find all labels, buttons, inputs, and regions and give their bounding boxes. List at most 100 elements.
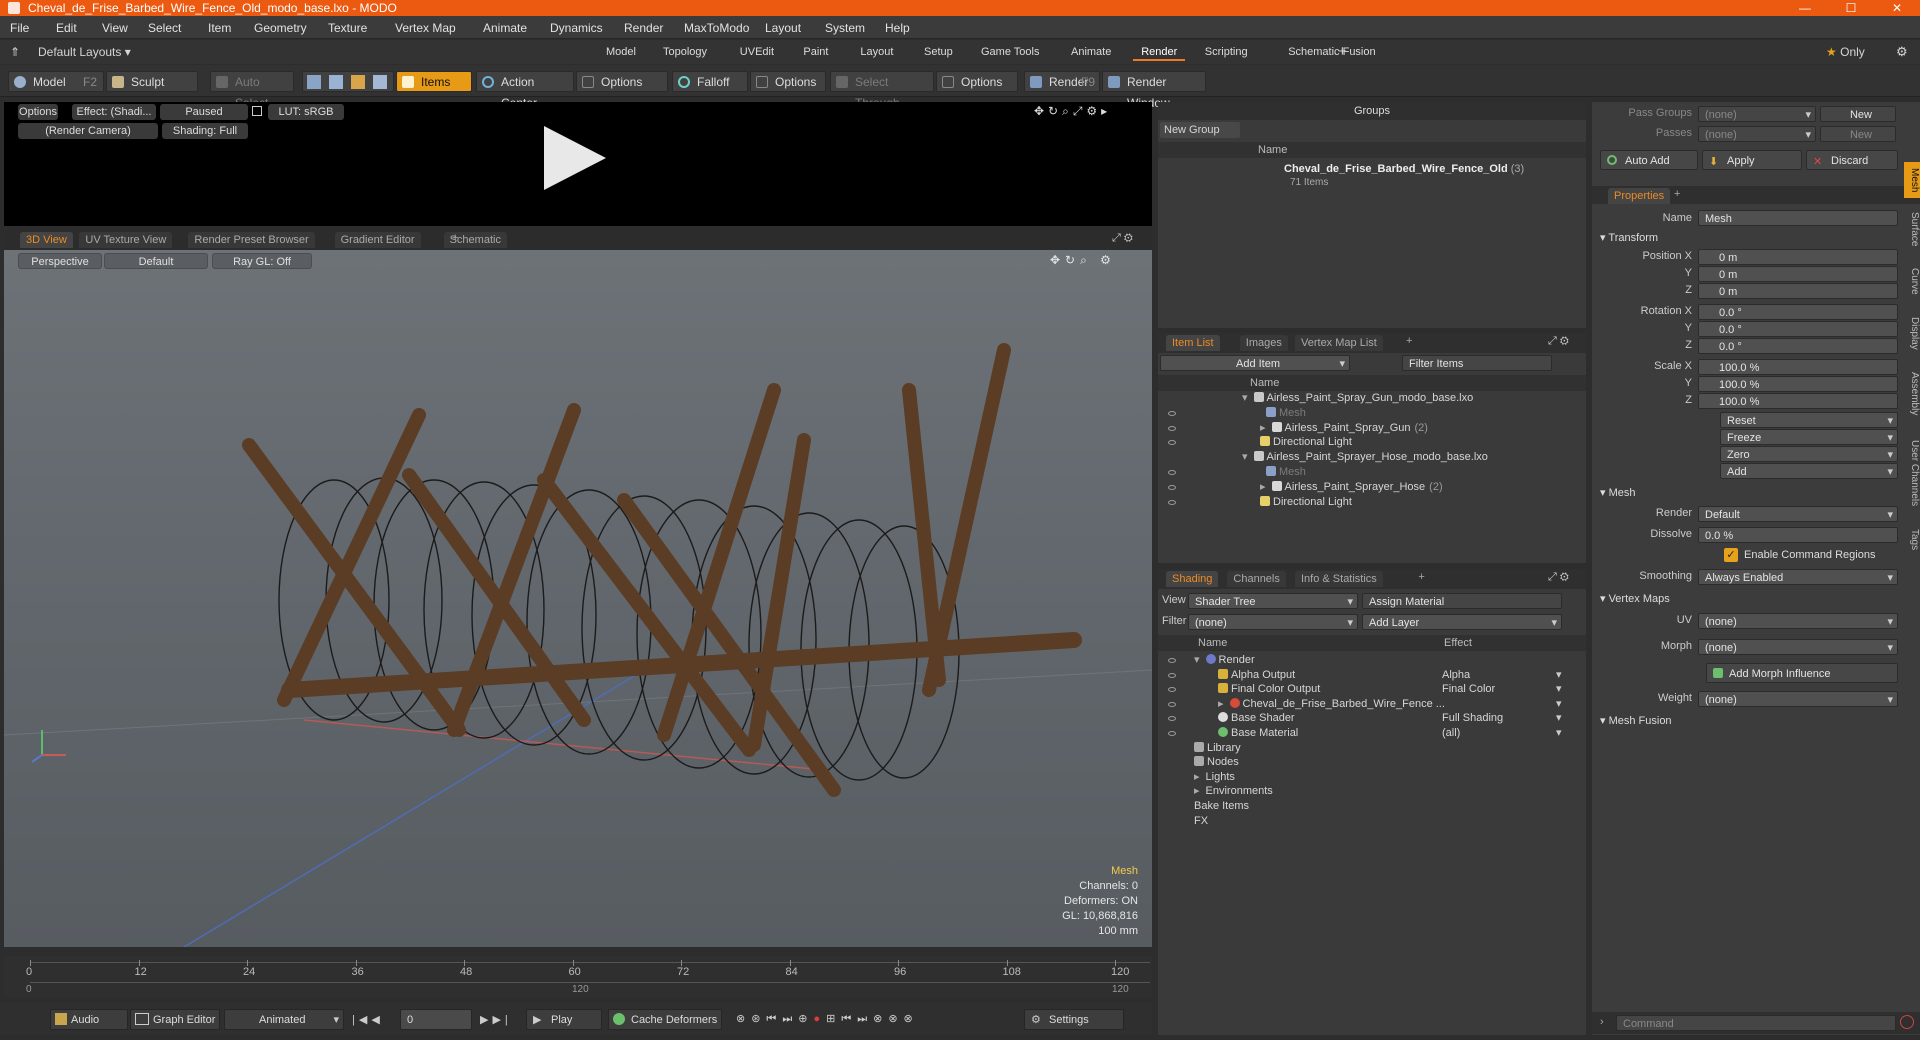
visibility-eye-icon[interactable] — [1168, 731, 1176, 736]
viewport-tab-gradient-editor[interactable]: Gradient Editor — [334, 232, 421, 248]
visibility-eye-icon[interactable] — [1168, 440, 1176, 446]
vertex-maps-section[interactable]: ▾ Vertex Maps — [1600, 592, 1670, 605]
weight-dropdown[interactable]: (none) — [1698, 691, 1898, 708]
side-tab-mesh[interactable]: Mesh — [1904, 162, 1920, 198]
dropdown-arrow-icon[interactable]: ▾ — [1556, 711, 1562, 726]
visibility-eye-icon[interactable] — [1168, 499, 1176, 505]
effect-dropdown[interactable]: Final Color — [1442, 682, 1570, 697]
default-layouts-dropdown[interactable]: Default Layouts ▾ — [38, 45, 131, 59]
3d-viewport[interactable]: Perspective Default Ray GL: Off ✥↻⌕ ⚙ Me… — [4, 250, 1152, 947]
side-tab-curve[interactable]: Curve — [1904, 260, 1920, 302]
viewport-expand-icon[interactable]: ⤢ ⚙ — [1112, 232, 1133, 245]
expand-arrow-icon[interactable]: ▸ — [1194, 785, 1200, 797]
add-item-dropdown[interactable]: Add Item — [1160, 355, 1350, 372]
menu-texture[interactable]: Texture — [328, 21, 367, 35]
zero-dropdown[interactable]: Zero — [1720, 446, 1898, 463]
layout-tab-paint[interactable]: Paint — [795, 44, 836, 61]
rotation-z-field[interactable]: 0.0 ° — [1698, 338, 1898, 354]
visibility-eye-icon[interactable] — [1168, 701, 1176, 707]
maximize-icon[interactable]: ☐ — [1828, 0, 1874, 16]
side-tab-surface[interactable]: Surface — [1904, 202, 1920, 256]
edges-mode-icon[interactable] — [329, 75, 343, 89]
preview-tools-icon[interactable]: ✥↻⌕⤢⚙▸ — [1034, 104, 1111, 119]
uv-dropdown[interactable]: (none) — [1698, 613, 1898, 630]
menu-edit[interactable]: Edit — [56, 21, 77, 35]
name-field[interactable]: Mesh — [1698, 210, 1898, 226]
auto-select-button[interactable]: Auto Select — [210, 71, 294, 110]
visibility-eye-icon[interactable] — [1168, 484, 1176, 490]
rotation-x-field[interactable]: 0.0 ° — [1698, 304, 1898, 320]
position-z-field[interactable]: 0 m — [1698, 283, 1898, 299]
viewport-tab-render-preset-browser[interactable]: Render Preset Browser — [188, 232, 315, 248]
position-y-field[interactable]: 0 m — [1698, 266, 1898, 282]
shader-tree-row[interactable]: ▸ Environments — [1158, 784, 1586, 799]
select-through-button[interactable]: Select Through — [830, 71, 934, 110]
item-list-row[interactable]: ▾ Airless_Paint_Spray_Gun_modo_base.lxo — [1158, 391, 1586, 406]
shader-tree-row[interactable]: ▾ Render — [1158, 653, 1586, 668]
close-icon[interactable]: ✕ — [1874, 0, 1920, 16]
item-list-tab-item-list[interactable]: Item List — [1166, 335, 1220, 351]
layout-tab-uvedit[interactable]: UVEdit — [732, 44, 782, 61]
timeline[interactable]: 0 12 24 36 48 60 72 84 96 108 120 0 120 120 — [4, 956, 1152, 998]
menu-render[interactable]: Render — [624, 21, 663, 35]
menu-vertex-map[interactable]: Vertex Map — [395, 21, 456, 35]
auto-add-button[interactable]: Auto Add — [1600, 150, 1698, 170]
shader-tree-row[interactable]: Library — [1158, 741, 1586, 756]
menu-maxtomodo[interactable]: MaxToModo — [684, 21, 749, 35]
render-window-button[interactable]: Render Window — [1102, 71, 1206, 110]
render-dropdown[interactable]: Default — [1698, 506, 1898, 523]
animated-dropdown[interactable]: Animated — [224, 1009, 344, 1031]
settings-button[interactable]: ⚙ Settings — [1024, 1009, 1124, 1030]
transport-prev-icons[interactable]: |◀◀ — [352, 1013, 384, 1026]
shading-tab-info-statistics[interactable]: Info & Statistics — [1295, 571, 1383, 587]
add-viewport-tab-icon[interactable]: + — [452, 232, 458, 244]
side-tab-assembly[interactable]: Assembly — [1904, 364, 1920, 424]
item-list-row[interactable]: ▾ Airless_Paint_Sprayer_Hose_modo_base.lx… — [1158, 450, 1586, 465]
model-mode-button[interactable]: Model F2 — [8, 71, 104, 92]
layouts-up-icon[interactable]: ⇑ — [10, 45, 20, 59]
panel-expand-icon[interactable]: ⤢ ⚙ — [1548, 571, 1569, 584]
discard-button[interactable]: ✕ Discard — [1806, 150, 1898, 170]
item-list-tab-vertex-map-list[interactable]: Vertex Map List — [1295, 335, 1383, 351]
add-tab-icon[interactable]: + — [1406, 335, 1412, 347]
layout-tab-scripting[interactable]: Scripting — [1197, 44, 1256, 61]
visibility-eye-icon[interactable] — [1168, 410, 1176, 416]
falloff-button[interactable]: Falloff — [672, 71, 748, 92]
transport-next-icons[interactable]: ▶▶| — [480, 1013, 512, 1026]
expand-arrow-icon[interactable]: ▾ — [1242, 392, 1248, 404]
menu-layout[interactable]: Layout — [765, 21, 801, 35]
shader-tree-row[interactable]: Final Color Output Final Color ▾ — [1158, 682, 1586, 697]
menu-select[interactable]: Select — [148, 21, 181, 35]
shader-tree-row[interactable]: FX — [1158, 814, 1586, 829]
rotation-y-field[interactable]: 0.0 ° — [1698, 321, 1898, 337]
add-properties-tab-icon[interactable]: + — [1674, 188, 1680, 200]
visibility-eye-icon[interactable] — [1168, 658, 1176, 663]
filter-items-field[interactable]: Filter Items — [1402, 355, 1552, 371]
minimize-icon[interactable]: — — [1782, 0, 1828, 16]
visibility-eye-icon[interactable] — [1168, 716, 1176, 722]
play-button[interactable]: ▶ Play — [526, 1009, 602, 1030]
visibility-eye-icon[interactable] — [1168, 687, 1176, 693]
menu-dynamics[interactable]: Dynamics — [550, 21, 603, 35]
visibility-eye-icon[interactable] — [1168, 425, 1176, 431]
filter-dropdown[interactable]: (none) — [1188, 614, 1358, 631]
expand-arrow-icon[interactable]: ▾ — [1194, 654, 1200, 666]
menu-geometry[interactable]: Geometry — [254, 21, 307, 35]
freeze-dropdown[interactable]: Freeze — [1720, 429, 1898, 446]
effect-dropdown[interactable]: (all) — [1442, 726, 1570, 741]
shader-tree-row[interactable]: ▸ Cheval_de_Frise_Barbed_Wire_Fence ... ▾ — [1158, 697, 1586, 712]
menu-view[interactable]: View — [102, 21, 128, 35]
gear-icon[interactable]: ⚙ — [1896, 44, 1908, 60]
expand-arrow-icon[interactable]: ▸ — [1194, 771, 1200, 783]
add-layer-dropdown[interactable]: Add Layer — [1362, 614, 1562, 631]
action-center-button[interactable]: Action Center — [476, 71, 574, 110]
new-pass-button[interactable]: New — [1820, 126, 1896, 142]
action-center-options-button[interactable]: Options — [576, 71, 668, 92]
assign-material-field[interactable]: Assign Material — [1362, 593, 1562, 609]
item-list-tab-images[interactable]: Images — [1239, 335, 1288, 351]
dropdown-arrow-icon[interactable]: ▾ — [1556, 697, 1562, 712]
morph-dropdown[interactable]: (none) — [1698, 639, 1898, 656]
add-layout-icon[interactable]: + — [1338, 43, 1347, 60]
command-input[interactable]: Command — [1616, 1015, 1896, 1031]
item-list-row[interactable]: Mesh — [1158, 406, 1586, 421]
